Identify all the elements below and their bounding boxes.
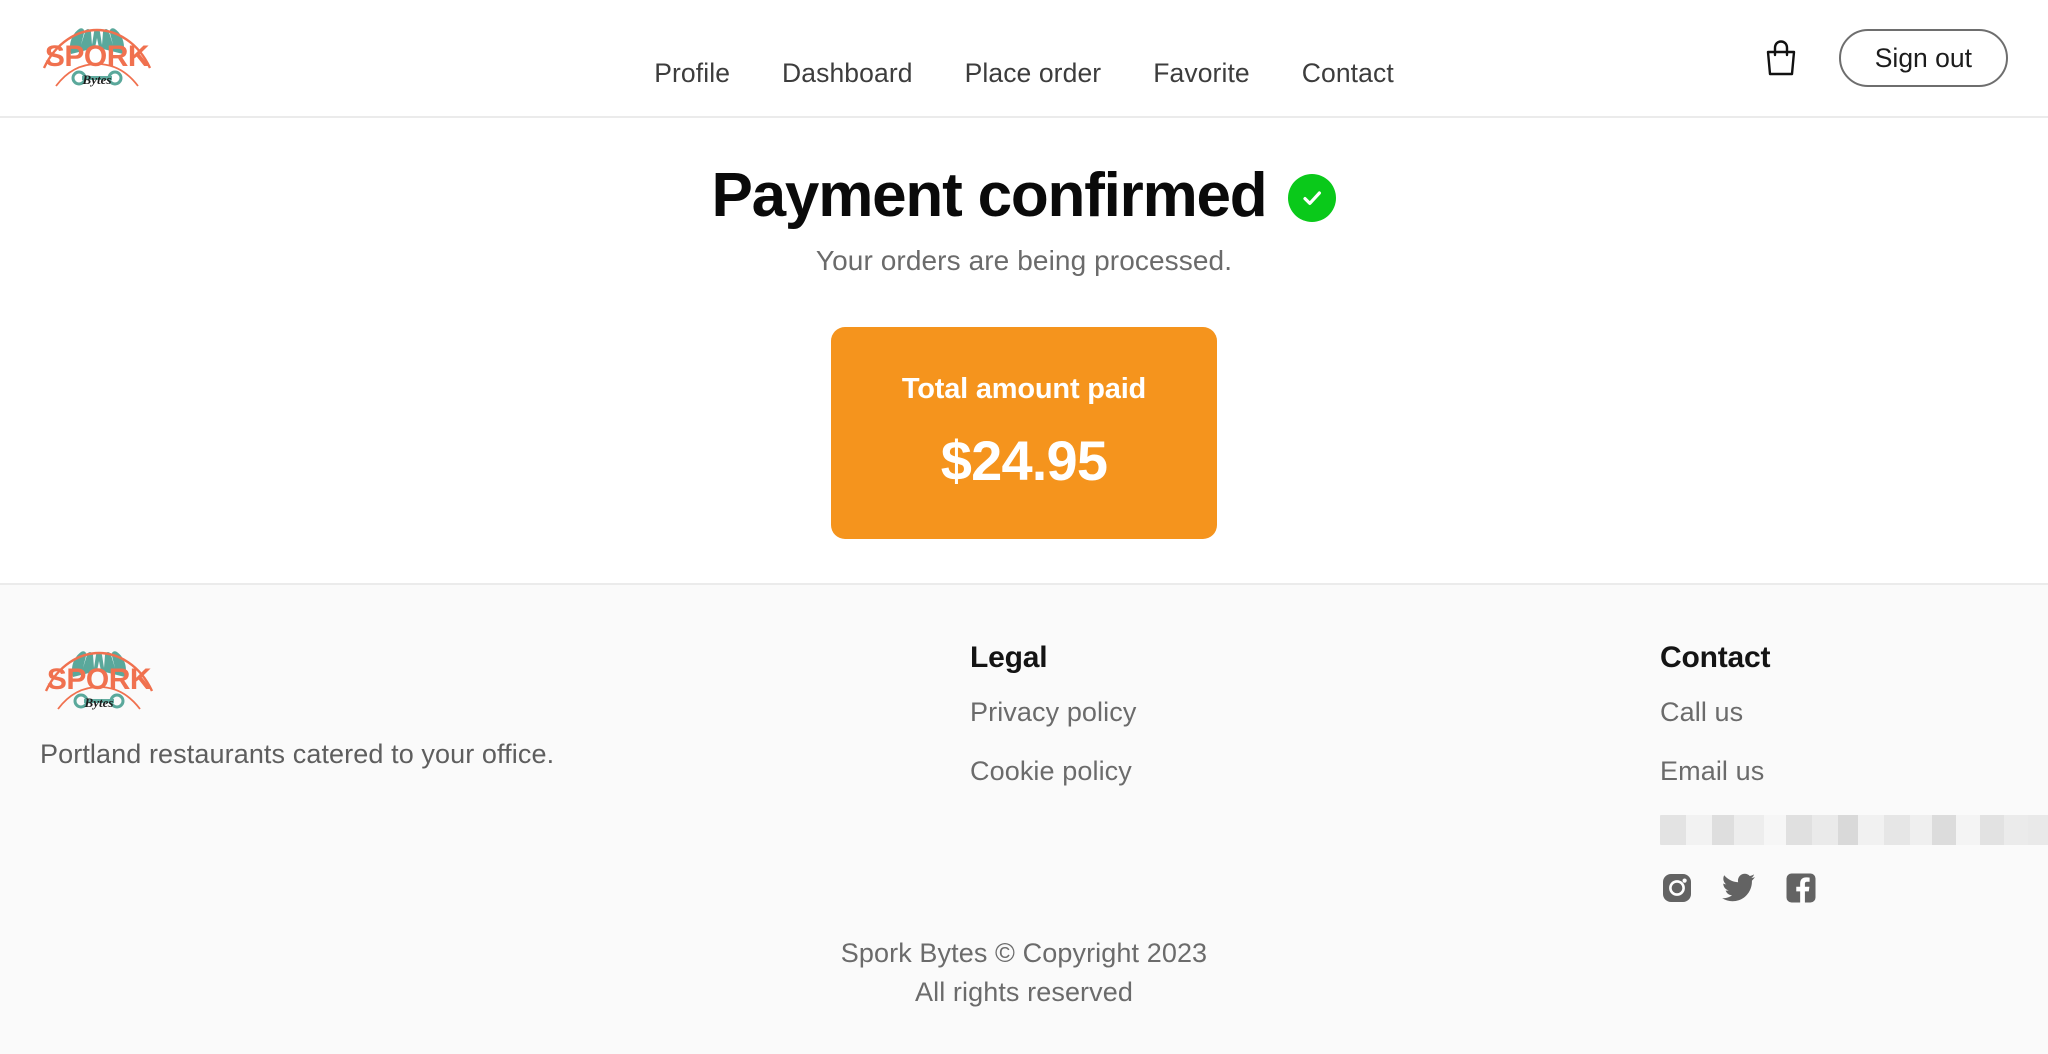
- footer-contact-heading: Contact: [1660, 641, 1771, 674]
- copyright-line-2: All rights reserved: [915, 976, 1133, 1007]
- nav-link-dashboard[interactable]: Dashboard: [782, 58, 913, 88]
- redacted-contact-address: [1660, 815, 2048, 845]
- payment-confirmation-page: SPORK Bytes Profile Dashboard Place orde…: [0, 0, 2048, 1054]
- nav-link-profile[interactable]: Profile: [654, 58, 730, 88]
- sign-out-button[interactable]: Sign out: [1838, 29, 2008, 87]
- facebook-icon[interactable]: [1784, 871, 1818, 905]
- footer-link-call-us[interactable]: Call us: [1660, 697, 1743, 728]
- nav-link-place-order[interactable]: Place order: [965, 58, 1102, 88]
- total-amount-label: Total amount paid: [901, 373, 1147, 406]
- nav-item: Favorite: [1153, 58, 1250, 89]
- nav-link-favorite[interactable]: Favorite: [1153, 58, 1250, 88]
- nav-item: Profile: [654, 58, 730, 89]
- footer-legal-column: Legal Privacy policy Cookie policy: [970, 641, 1660, 815]
- nav-item: Contact: [1302, 58, 1394, 89]
- site-header: SPORK Bytes Profile Dashboard Place orde…: [0, 0, 2048, 118]
- header-actions: Sign out: [1759, 29, 2008, 87]
- footer-columns: SPORK Bytes Portland restaurants catered…: [40, 641, 2048, 905]
- footer-link-email-us[interactable]: Email us: [1660, 756, 1764, 787]
- nav-link-list: Profile Dashboard Place order Favorite C…: [654, 58, 1394, 89]
- site-footer: SPORK Bytes Portland restaurants catered…: [0, 583, 2048, 1054]
- footer-contact-column: Contact Call us Email us: [1660, 641, 2048, 905]
- green-check-circle-icon: [1288, 173, 1337, 222]
- svg-text:SPORK: SPORK: [45, 40, 150, 73]
- svg-text:Bytes: Bytes: [84, 695, 114, 710]
- shopping-bag-icon: [1766, 40, 1795, 76]
- footer-spork-bytes-logo[interactable]: SPORK Bytes: [40, 641, 970, 721]
- footer-social-links: [1660, 871, 2048, 905]
- svg-text:SPORK: SPORK: [47, 663, 152, 696]
- confirmation-heading-group: Payment confirmed: [712, 160, 1337, 231]
- nav-item: Place order: [965, 58, 1102, 89]
- nav-link-contact[interactable]: Contact: [1302, 58, 1394, 88]
- svg-text:Bytes: Bytes: [82, 72, 112, 87]
- footer-link-cookie-policy[interactable]: Cookie policy: [970, 756, 1132, 787]
- footer-brand-column: SPORK Bytes Portland restaurants catered…: [40, 641, 970, 770]
- footer-link-privacy-policy[interactable]: Privacy policy: [970, 697, 1136, 728]
- cart-button[interactable]: [1759, 34, 1803, 82]
- confirmation-subtitle: Your orders are being processed.: [815, 245, 1233, 277]
- total-amount-card: Total amount paid $24.95: [831, 327, 1217, 540]
- page-title: Payment confirmed: [711, 161, 1268, 230]
- total-amount-value: $24.95: [940, 429, 1108, 493]
- footer-copyright: Spork Bytes © Copyright 2023 All rights …: [0, 934, 2048, 1012]
- footer-tagline: Portland restaurants catered to your off…: [40, 739, 555, 769]
- instagram-icon[interactable]: [1660, 871, 1694, 905]
- footer-legal-heading: Legal: [970, 641, 1048, 674]
- main-content: Payment confirmed Your orders are being …: [0, 118, 2048, 583]
- copyright-line-1: Spork Bytes © Copyright 2023: [840, 937, 1208, 968]
- twitter-icon[interactable]: [1722, 871, 1756, 905]
- spork-bytes-logo[interactable]: SPORK Bytes: [38, 12, 170, 104]
- nav-item: Dashboard: [782, 58, 913, 89]
